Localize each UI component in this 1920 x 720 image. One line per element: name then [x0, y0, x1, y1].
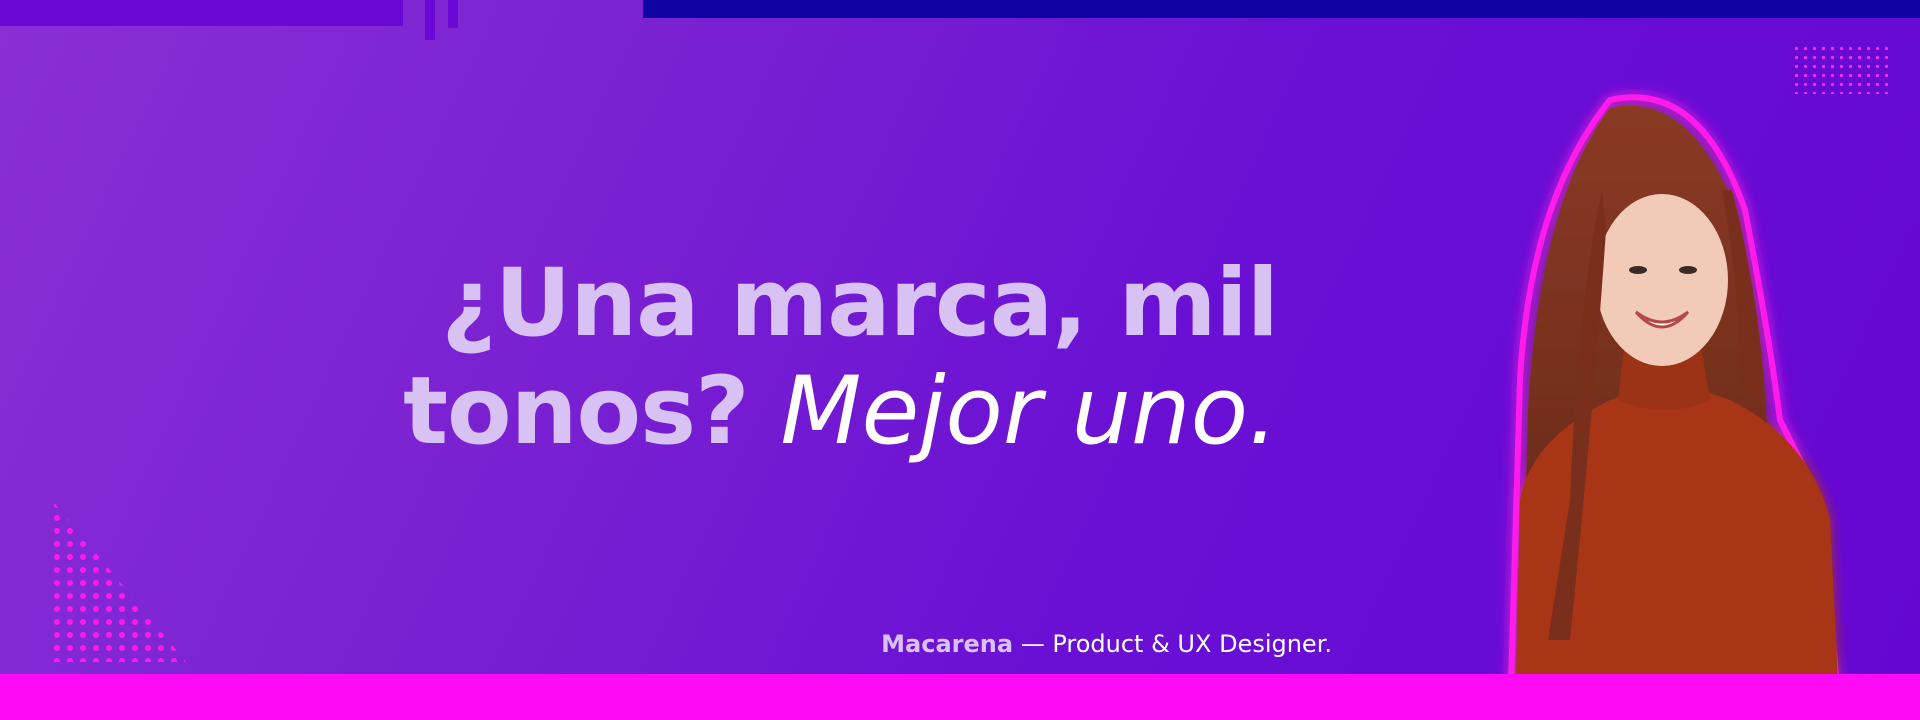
tagline: Macarena — Product & UX Designer.: [881, 630, 1332, 658]
page-title: ¿Una marca, mil tonos? Mejor uno.: [238, 249, 1279, 466]
portrait-photo-icon: [1506, 94, 1844, 720]
thin-accent-bar: [425, 0, 435, 40]
dot-triangle-pattern-icon: [52, 500, 186, 662]
headline-line-2-light: Mejor uno.: [780, 357, 1278, 466]
headline-line-1: ¿Una marca, mil: [441, 249, 1279, 358]
bottom-accent-bar: [0, 674, 1920, 720]
thin-accent-bar: [448, 0, 458, 28]
top-right-accent-bar: [643, 0, 1920, 18]
tagline-role: — Product & UX Designer.: [1013, 630, 1332, 658]
top-left-accent-bar: [0, 0, 403, 26]
tagline-name: Macarena: [881, 630, 1014, 658]
headline-line-2-bold: tonos?: [403, 357, 749, 466]
profile-banner: ¿Una marca, mil tonos? Mejor uno. Macare…: [0, 0, 1920, 720]
